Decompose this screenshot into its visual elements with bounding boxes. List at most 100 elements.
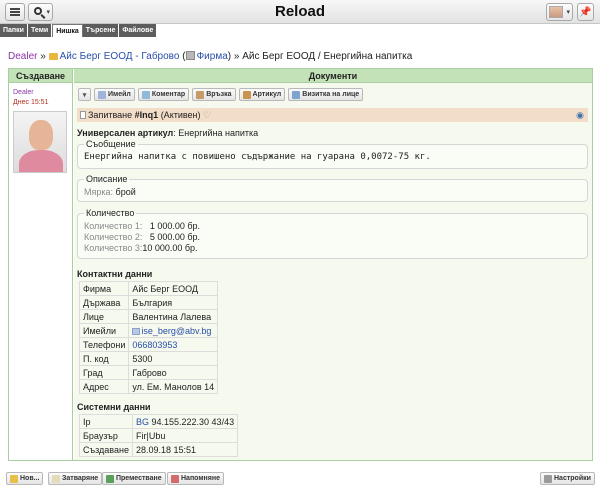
table-cell-value: Валентина Лалева bbox=[128, 309, 219, 324]
table-cell-value: България bbox=[128, 295, 219, 310]
table-cell-value: Fir|Ubu bbox=[131, 428, 239, 443]
breadcrumb-paren: ) bbox=[227, 51, 232, 62]
tab-topics[interactable]: Теми bbox=[27, 24, 53, 37]
author-photo bbox=[13, 111, 67, 173]
tab-search[interactable]: Търсене bbox=[82, 24, 120, 37]
star-icon bbox=[10, 474, 18, 483]
column-header-created: Създаване bbox=[9, 69, 73, 83]
table-cell-label: Телефони bbox=[78, 337, 130, 352]
message-legend: Съобщение bbox=[86, 139, 136, 149]
breadcrumb: Dealer » Айс Берг ЕООД - Габрово (Фирма)… bbox=[8, 51, 412, 62]
breadcrumb-company-link[interactable]: Айс Берг ЕООД - Габрово bbox=[60, 51, 180, 62]
tab-files[interactable]: Файлове bbox=[119, 24, 158, 37]
phone-link[interactable]: 066803953 bbox=[132, 340, 177, 350]
table-row: Фирма Айс Берг ЕООД bbox=[78, 281, 219, 296]
close-button-label: Затваряне bbox=[62, 475, 99, 482]
table-row: П. код 5300 bbox=[78, 351, 219, 366]
quantity-value: 10 000.00 бр. bbox=[142, 243, 198, 253]
heart-icon[interactable]: ♡ bbox=[203, 110, 211, 120]
pin-icon: 📌 bbox=[579, 6, 592, 18]
table-row: Имейли ise_berg@abv.bg bbox=[78, 323, 219, 338]
document-type: Запитване bbox=[88, 110, 133, 120]
country-link[interactable]: BG bbox=[136, 417, 149, 427]
tab-thread[interactable]: Нишка bbox=[52, 24, 83, 37]
avatar bbox=[548, 6, 563, 18]
table-cell-label: Имейли bbox=[78, 323, 130, 338]
email-icon bbox=[132, 327, 141, 335]
measure-label: Мярка: bbox=[84, 187, 114, 197]
document-status: (Активен) bbox=[160, 110, 201, 120]
article-button[interactable]: Артикул bbox=[238, 88, 286, 101]
eye-icon[interactable]: ◉ bbox=[576, 108, 584, 122]
breadcrumb-firm-link[interactable]: Фирма bbox=[197, 51, 228, 62]
email-link[interactable]: ise_berg@abv.bg bbox=[141, 326, 211, 336]
author-name[interactable]: Dealer bbox=[13, 89, 34, 96]
table-row: Адрес ул. Ем. Манолов 14 bbox=[78, 379, 219, 394]
card-icon bbox=[292, 90, 301, 99]
quantity-row: Количество 1: 1 000.00 бр. bbox=[84, 221, 581, 232]
column-header-documents: Документи bbox=[74, 69, 592, 83]
breadcrumb-current: Айс Берг ЕООД / Енергийна напитка bbox=[242, 51, 413, 62]
table-row: Ip BG 94.155.222.30 43/43 bbox=[79, 414, 239, 429]
quantity-fieldset: Количество Количество 1: 1 000.00 бр. Ко… bbox=[77, 208, 588, 259]
universal-article-label: Универсален артикул bbox=[77, 128, 174, 138]
quantity-value: 5 000.00 бр. bbox=[144, 232, 201, 242]
email-button[interactable]: Имейл bbox=[94, 88, 135, 101]
table-row: Град Габрово bbox=[78, 365, 219, 380]
table-cell-value: ise_berg@abv.bg bbox=[128, 323, 219, 338]
universal-article-value: : Енергийна напитка bbox=[173, 128, 259, 138]
ip-value: 94.155.222.30 43/43 bbox=[149, 416, 235, 427]
comment-button[interactable]: Коментар bbox=[137, 88, 190, 101]
arrow-icon bbox=[106, 474, 114, 483]
breadcrumb-separator: » bbox=[233, 51, 240, 62]
quantity-row: Количество 2: 5 000.00 бр. bbox=[84, 232, 581, 243]
article-button-label: Артикул bbox=[252, 91, 282, 98]
quantity-label: Количество 3: bbox=[84, 243, 143, 253]
link-button-label: Връзка bbox=[206, 91, 232, 98]
contacts-title: Контактни данни bbox=[77, 269, 153, 279]
close-button[interactable]: Затваряне bbox=[48, 472, 103, 485]
business-card-button[interactable]: Визитка на лице bbox=[288, 88, 364, 101]
document-header[interactable]: Запитване #Inq1 (Активен) ♡ ◉ bbox=[77, 108, 588, 122]
document-id: #Inq1 bbox=[134, 110, 159, 120]
table-cell-value: ул. Ем. Манолов 14 bbox=[128, 379, 219, 394]
table-cell-label: Адрес bbox=[78, 379, 130, 394]
table-cell-label: П. код bbox=[78, 351, 130, 366]
table-cell-label: Създаване bbox=[79, 442, 133, 457]
move-button[interactable]: Преместване bbox=[102, 472, 166, 485]
email-button-label: Имейл bbox=[108, 91, 131, 98]
table-cell-label: Фирма bbox=[78, 281, 130, 296]
quantity-legend: Количество bbox=[86, 208, 135, 218]
folder-icon bbox=[48, 53, 58, 60]
settings-button[interactable]: Настройки bbox=[540, 472, 595, 485]
table-row: Държава България bbox=[78, 295, 219, 310]
table-cell-value: 5300 bbox=[128, 351, 219, 366]
system-title: Системни данни bbox=[77, 402, 151, 412]
more-menu-button[interactable]: ▾ bbox=[78, 88, 91, 101]
message-text: Енергийна напитка с повишено съдържание … bbox=[84, 152, 431, 162]
document-icon bbox=[80, 111, 86, 119]
table-row: Браузър Fir|Ubu bbox=[79, 428, 239, 443]
bottom-toolbar: Нов... Затваряне Преместване Напомняне Н… bbox=[0, 472, 600, 486]
table-cell-value: 28.09.18 15:51 bbox=[131, 442, 239, 457]
table-cell-value: 066803953 bbox=[128, 337, 219, 352]
pin-button[interactable]: 📌 bbox=[577, 3, 594, 21]
link-button[interactable]: Връзка bbox=[192, 88, 236, 101]
company-icon bbox=[185, 51, 195, 60]
table-row: Телефони 066803953 bbox=[78, 337, 219, 352]
remind-button[interactable]: Напомняне bbox=[167, 472, 224, 485]
gear-icon bbox=[544, 474, 552, 483]
tab-folders[interactable]: Папки bbox=[0, 24, 28, 37]
quantity-label: Количество 1: bbox=[84, 221, 143, 231]
new-button[interactable]: Нов... bbox=[6, 472, 44, 485]
user-menu-button[interactable]: ▾ bbox=[546, 3, 573, 21]
system-table: Ip BG 94.155.222.30 43/43 Браузър Fir|Ubu … bbox=[79, 414, 239, 457]
table-cell-label: Държава bbox=[78, 295, 130, 310]
message-fieldset: Съобщение Енергийна напитка с повишено с… bbox=[77, 139, 588, 169]
quantity-value: 1 000.00 бр. bbox=[144, 221, 201, 231]
breadcrumb-dealer-link[interactable]: Dealer bbox=[8, 51, 37, 62]
contacts-table: Фирма Айс Берг ЕООД Държава България Лице В… bbox=[78, 281, 219, 394]
thread-table: Създаване Документи Dealer Днес 15:51 ▾ … bbox=[8, 68, 593, 461]
quantity-label: Количество 2: bbox=[84, 232, 143, 242]
description-legend: Описание bbox=[86, 174, 128, 184]
